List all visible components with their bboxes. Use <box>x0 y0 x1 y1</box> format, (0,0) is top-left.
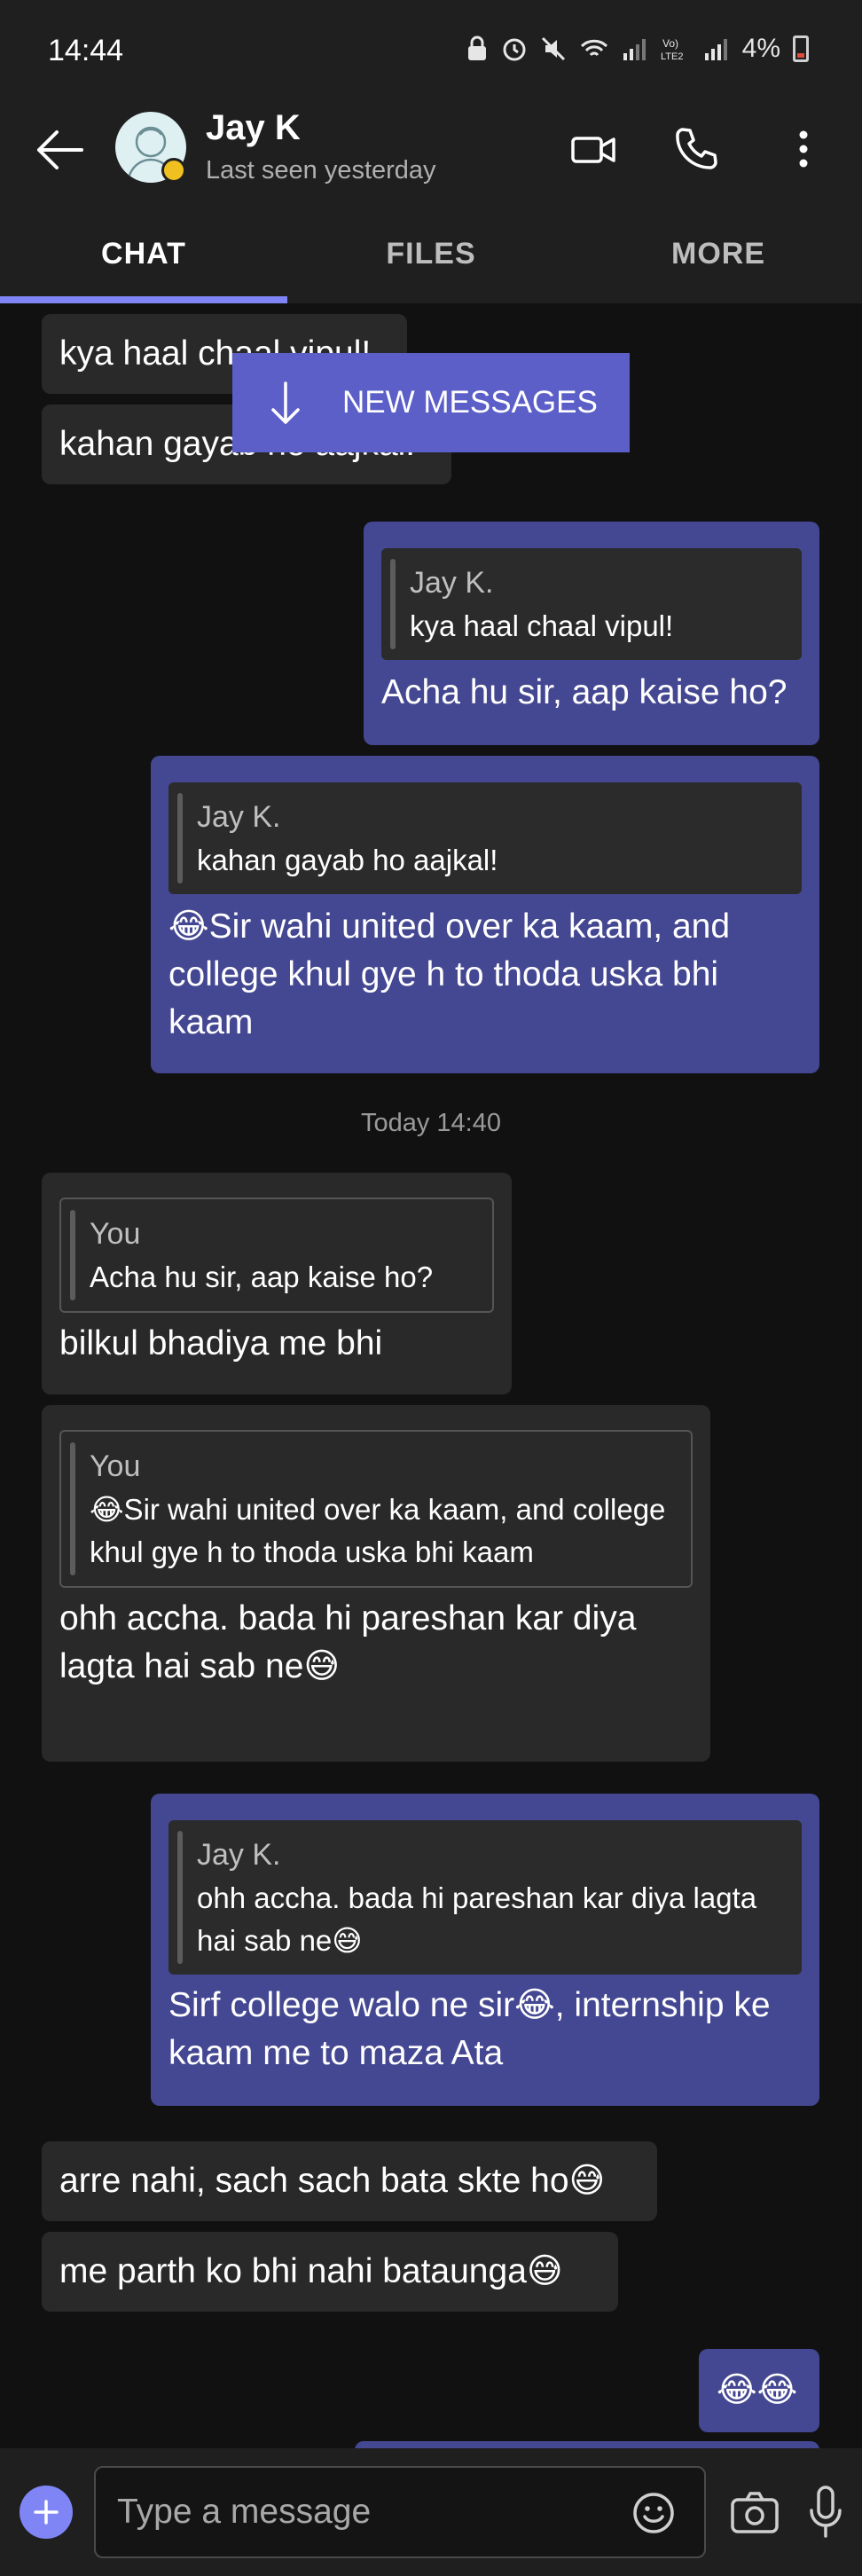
message-bubble[interactable]: Jay K. kya haal chaal vipul! Acha hu sir… <box>364 522 819 745</box>
new-messages-button[interactable]: NEW MESSAGES <box>232 353 630 452</box>
status-icons: Vo) LTE2 4% <box>466 34 809 64</box>
message-text: Acha hu sir, aap kaise ho? <box>381 673 788 711</box>
contact-name[interactable]: Jay K <box>206 108 301 148</box>
new-messages-label: NEW MESSAGES <box>342 385 598 420</box>
message-bubble[interactable]: arre nahi, sach sach bata skte ho😅 <box>42 2141 657 2221</box>
video-call-icon[interactable] <box>568 122 621 176</box>
message-text: ohh accha. bada hi pareshan kar diya lag… <box>59 1599 637 1685</box>
tab-bar: CHAT FILES MORE <box>0 204 862 303</box>
svg-text:LTE2: LTE2 <box>661 51 683 62</box>
tab-chat[interactable]: CHAT <box>0 204 287 303</box>
message-text: arre nahi, sach sach bata skte ho😅 <box>59 2162 606 2200</box>
svg-text:Vo): Vo) <box>662 37 678 50</box>
signal-icon <box>623 39 646 60</box>
quoted-reply[interactable]: Jay K. kahan gayab ho aajkal! <box>168 782 802 894</box>
volte-icon: Vo)LTE2 <box>661 37 683 62</box>
message-bubble-partial[interactable] <box>355 2441 819 2448</box>
quote-author: You <box>90 1449 141 1483</box>
phone-icon[interactable] <box>669 122 722 176</box>
message-text: bilkul bhadiya me bhi <box>59 1324 383 1363</box>
message-input[interactable] <box>117 2493 614 2532</box>
tab-active-indicator <box>0 296 287 303</box>
message-text: me parth ko bhi nahi bataunga😅 <box>59 2252 563 2290</box>
quote-text: kahan gayab ho aajkal! <box>197 844 498 876</box>
tab-files[interactable]: FILES <box>287 204 575 303</box>
message-field[interactable] <box>94 2466 706 2558</box>
message-bubble[interactable]: You Acha hu sir, aap kaise ho? bilkul bh… <box>42 1173 512 1394</box>
mute-icon <box>541 36 565 61</box>
status-bar: 14:44 Vo) LTE2 4% <box>0 0 862 105</box>
status-time: 14:44 <box>48 34 124 67</box>
message-bubble[interactable]: 😂😂 <box>699 2349 819 2432</box>
message-text: 😂Sir wahi united over ka kaam, and colle… <box>168 907 731 1041</box>
camera-icon[interactable] <box>727 2486 782 2541</box>
quote-author: Jay K. <box>197 800 281 834</box>
wifi-call-icon <box>580 39 607 57</box>
last-seen: Last seen yesterday <box>206 156 436 185</box>
quoted-reply[interactable]: You Acha hu sir, aap kaise ho? <box>59 1198 494 1313</box>
quote-author: You <box>90 1217 141 1251</box>
message-list[interactable]: kya haal chaal vipul! kahan gayab ho aaj… <box>0 303 862 2448</box>
battery-percent: 4% <box>741 34 780 63</box>
battery-icon <box>793 35 809 62</box>
quote-text: Acha hu sir, aap kaise ho? <box>90 1261 434 1293</box>
quoted-reply[interactable]: You 😂Sir wahi united over ka kaam, and c… <box>59 1430 693 1588</box>
emoji-icon[interactable] <box>630 2489 678 2537</box>
message-bubble[interactable]: Jay K. ohh accha. bada hi pareshan kar d… <box>151 1794 819 2106</box>
message-text: 😂😂 <box>717 2371 798 2409</box>
message-text: Sirf college walo ne sir😂, internship ke… <box>168 1986 771 2072</box>
arrow-down-icon <box>271 381 300 424</box>
plus-icon <box>34 2500 59 2525</box>
message-bubble[interactable]: me parth ko bhi nahi bataunga😅 <box>42 2232 618 2312</box>
add-icon[interactable] <box>20 2486 73 2539</box>
quoted-reply[interactable]: Jay K. ohh accha. bada hi pareshan kar d… <box>168 1820 802 1975</box>
message-bubble[interactable]: You 😂Sir wahi united over ka kaam, and c… <box>42 1405 710 1762</box>
chat-header: Jay K Last seen yesterday <box>0 105 862 204</box>
signal-icon <box>704 39 727 60</box>
away-status-icon <box>161 158 186 183</box>
quote-author: Jay K. <box>410 566 494 600</box>
quoted-reply[interactable]: Jay K. kya haal chaal vipul! <box>381 548 802 660</box>
compose-bar <box>0 2448 862 2576</box>
tab-more[interactable]: MORE <box>575 204 862 303</box>
quote-text: 😂Sir wahi united over ka kaam, and colle… <box>90 1493 666 1568</box>
back-arrow-icon[interactable] <box>32 122 87 177</box>
date-divider: Today 14:40 <box>360 1109 501 1137</box>
quote-text: ohh accha. bada hi pareshan kar diya lag… <box>197 1881 757 1957</box>
lock-icon <box>467 35 486 60</box>
more-vert-icon[interactable] <box>777 122 830 176</box>
message-bubble[interactable]: Jay K. kahan gayab ho aajkal! 😂Sir wahi … <box>151 756 819 1073</box>
microphone-icon[interactable] <box>803 2484 848 2541</box>
quote-text: kya haal chaal vipul! <box>410 609 674 642</box>
alarm-icon <box>503 38 526 61</box>
quote-author: Jay K. <box>197 1838 281 1872</box>
